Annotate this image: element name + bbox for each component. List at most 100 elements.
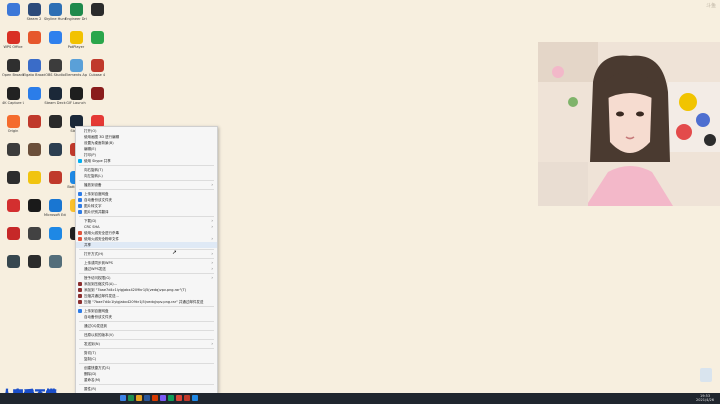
desktop-icon[interactable] xyxy=(44,115,66,141)
desktop-icon[interactable]: Microsoft Edge xyxy=(44,199,66,225)
context-menu-item[interactable]: 重命名(M) xyxy=(76,377,217,383)
context-menu-item[interactable]: 发送到(N) › xyxy=(76,341,217,347)
desktop-icon[interactable]: Engineer Drive xyxy=(65,3,87,29)
context-menu-item[interactable]: 压缩 "7bae7d4c1lyigjabx4209kr1j5(vedq)vpv.… xyxy=(76,299,217,305)
desktop-icon[interactable] xyxy=(23,227,45,253)
desktop-icon[interactable] xyxy=(2,227,24,253)
desktop-icon[interactable]: Skyline Hunter xyxy=(44,3,66,29)
desktop-icon[interactable]: Origin xyxy=(2,115,24,141)
menu-item-label: 使用 Skype 共享 xyxy=(84,159,111,163)
taskbar-app-icon[interactable] xyxy=(144,395,150,401)
desktop-icon-label: WPS Office xyxy=(3,45,23,49)
desktop-icon[interactable] xyxy=(23,199,45,225)
taskbar-app-icon[interactable] xyxy=(160,395,166,401)
menu-item-label: 授予访问权限(G) xyxy=(84,276,111,280)
context-menu-item[interactable]: 属性(R) xyxy=(76,386,217,392)
desktop-icon[interactable] xyxy=(44,255,66,281)
menu-item-icon xyxy=(78,294,82,298)
taskbar-app-icon[interactable] xyxy=(168,395,174,401)
app-icon xyxy=(27,115,41,128)
context-menu-item[interactable]: 图片识别并翻译 xyxy=(76,209,217,215)
desktop[interactable]: Steam 2Skyline HunterEngineer Drive WPS O… xyxy=(0,0,720,394)
desktop-icon[interactable] xyxy=(23,171,45,197)
menu-item-label: 使用火绒安全进行杀毒 xyxy=(84,231,119,235)
desktop-icon[interactable] xyxy=(44,31,66,57)
taskbar-app-icon[interactable] xyxy=(136,395,142,401)
app-icon xyxy=(6,31,20,44)
context-menu-item[interactable]: 通过QQ发送到 xyxy=(76,323,217,329)
context-menu-item[interactable]: 播放到设备 › xyxy=(76,182,217,188)
menu-item-label: 上传到百度网盘 xyxy=(84,309,109,313)
desktop-icon[interactable]: Steam Deck xyxy=(44,87,66,113)
menu-item-label: 自动备份该文件夹 xyxy=(84,198,112,202)
desktop-icon[interactable] xyxy=(86,3,108,29)
context-menu-item[interactable]: 自动备份该文件夹 xyxy=(76,314,217,320)
desktop-icon[interactable]: PotPlayer xyxy=(65,31,87,57)
menu-item-icon xyxy=(78,204,82,208)
desktop-icon[interactable] xyxy=(23,87,45,113)
app-icon xyxy=(48,255,62,268)
menu-item-label: 向右旋转(T) xyxy=(84,168,103,172)
app-icon xyxy=(6,227,20,240)
desktop-icon[interactable] xyxy=(2,143,24,169)
desktop-icon-label: Steam Deck xyxy=(44,101,66,105)
desktop-icon-label: Origin xyxy=(7,129,19,133)
desktop-icon[interactable]: Elements App xyxy=(65,59,87,85)
app-icon xyxy=(90,87,104,100)
app-icon xyxy=(69,59,83,72)
taskbar-clock[interactable]: 19:53 2021/4/26 xyxy=(696,394,714,402)
context-menu-item[interactable]: 共享 xyxy=(76,242,217,248)
app-icon xyxy=(48,115,62,128)
desktop-icon[interactable] xyxy=(2,199,24,225)
menu-item-icon xyxy=(78,309,82,313)
desktop-icon[interactable] xyxy=(86,31,108,57)
menu-item-label: 发送到(N) xyxy=(84,342,100,346)
menu-item-icon xyxy=(78,237,82,241)
menu-item-label: 通过QQ发送到 xyxy=(84,324,108,328)
menu-item-label: 使用火绒安全粉碎文件 xyxy=(84,237,119,241)
taskbar-app-icon[interactable] xyxy=(192,395,198,401)
desktop-icon[interactable] xyxy=(44,227,66,253)
context-menu-item[interactable]: 通过WPS发送 › xyxy=(76,266,217,272)
taskbar-app-icon[interactable] xyxy=(152,395,158,401)
submenu-arrow-icon: › xyxy=(211,182,213,187)
desktop-icon[interactable] xyxy=(23,143,45,169)
taskbar-app-icon[interactable] xyxy=(128,395,134,401)
app-icon xyxy=(48,3,62,16)
context-menu-item[interactable]: 打开方式(H) › xyxy=(76,251,217,257)
context-menu-item[interactable]: 使用 Skype 共享 xyxy=(76,158,217,164)
desktop-icon[interactable]: Open Broadcast xyxy=(2,59,24,85)
app-icon xyxy=(27,31,41,44)
submenu-arrow-icon: › xyxy=(211,341,213,346)
desktop-icon[interactable] xyxy=(23,255,45,281)
context-menu-item[interactable]: 复制(C) xyxy=(76,356,217,362)
desktop-icon[interactable] xyxy=(86,87,108,113)
desktop-icon[interactable]: WPS Office xyxy=(2,31,24,57)
taskbar-app-icon[interactable] xyxy=(184,395,190,401)
desktop-icon[interactable]: Steam 2 xyxy=(23,3,45,29)
taskbar-app-icon[interactable] xyxy=(176,395,182,401)
app-icon xyxy=(6,171,20,184)
desktop-icon[interactable] xyxy=(2,255,24,281)
desktop-icon-label: OBS Studio xyxy=(45,73,65,77)
desktop-icon[interactable]: OBS Studio xyxy=(44,59,66,85)
context-menu-item[interactable]: 还原以前的版本(V) xyxy=(76,332,217,338)
desktop-icon[interactable] xyxy=(2,171,24,197)
desktop-icon[interactable] xyxy=(44,143,66,169)
desktop-icon[interactable]: GIF Launch xyxy=(65,87,87,113)
context-menu-item[interactable]: 向左旋转(L) xyxy=(76,173,217,179)
menu-separator xyxy=(79,216,214,217)
recycle-bin-icon[interactable] xyxy=(700,368,712,382)
taskbar-app-icon[interactable] xyxy=(120,395,126,401)
desktop-icon[interactable] xyxy=(23,115,45,141)
desktop-icon[interactable]: Elgato Broadcaster xyxy=(23,59,45,85)
desktop-icon[interactable] xyxy=(2,3,24,29)
menu-item-label: 使用画图 3D 进行编辑 xyxy=(84,135,120,139)
desktop-icon[interactable] xyxy=(23,31,45,57)
desktop-icon[interactable]: Cubase 4 xyxy=(86,59,108,85)
desktop-icon[interactable]: 4K Capture Utility xyxy=(2,87,24,113)
desktop-icon[interactable] xyxy=(44,171,66,197)
menu-separator xyxy=(79,180,214,181)
app-icon xyxy=(6,3,20,16)
menu-item-label: 压缩并通过邮件发送... xyxy=(84,294,119,298)
